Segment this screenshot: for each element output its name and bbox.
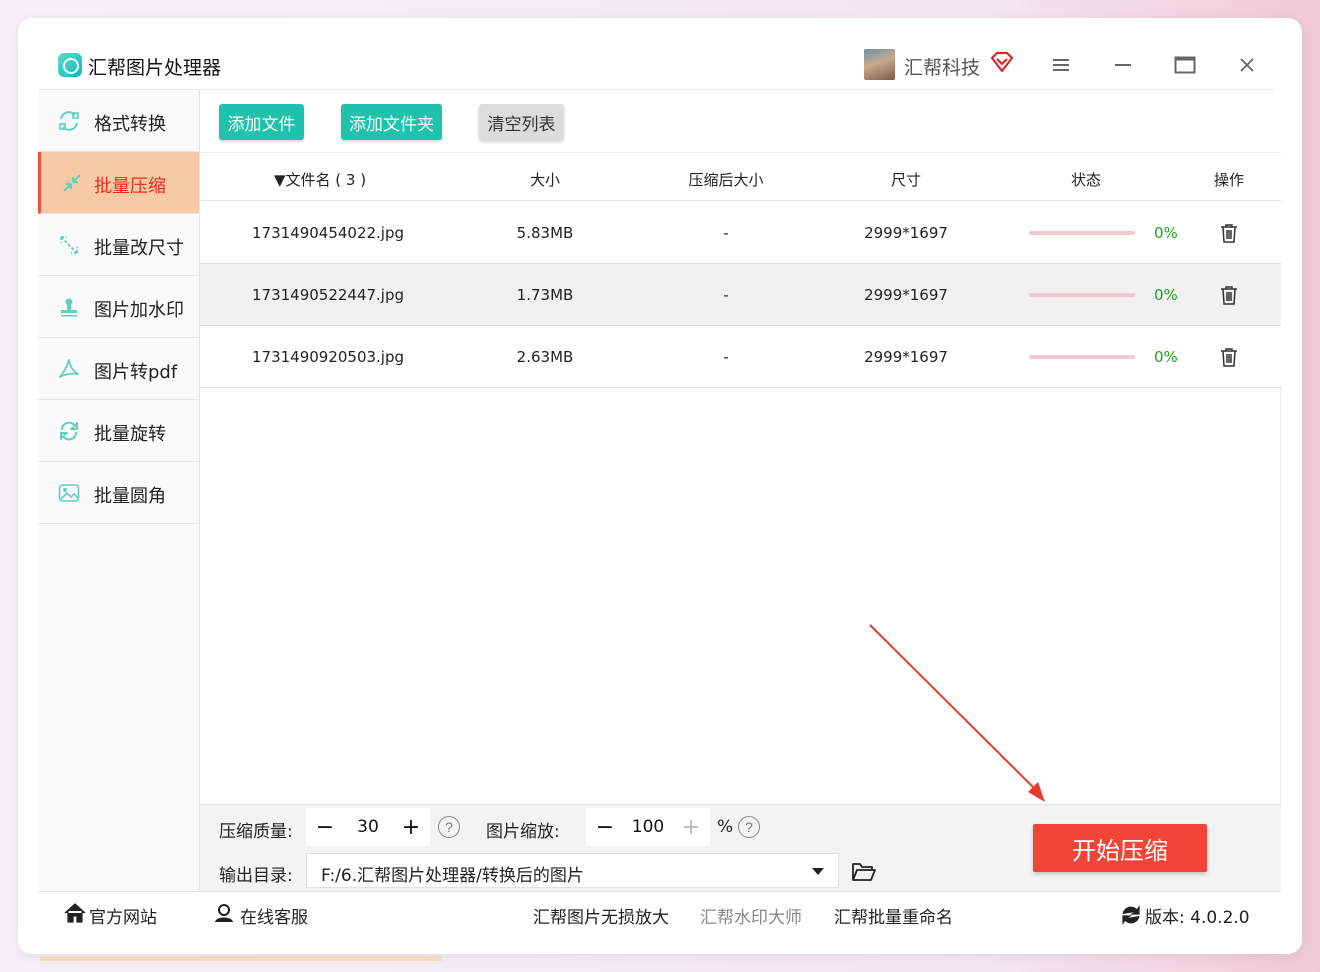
add-file-button[interactable]: 添加文件 — [219, 104, 304, 140]
compress-icon — [63, 174, 81, 192]
quality-value[interactable]: 30 — [357, 817, 379, 837]
scale-value[interactable]: 100 — [632, 817, 664, 837]
progress-percent: 0% — [1154, 224, 1178, 242]
avatar[interactable] — [864, 49, 895, 80]
sidebar-item-label: 格式转换 — [94, 114, 166, 135]
progress-bar — [1029, 355, 1135, 359]
quality-stepper[interactable]: − 30 + — [306, 808, 430, 846]
column-action: 操作 — [1213, 171, 1245, 189]
chevron-down-icon — [812, 868, 824, 875]
sidebar-item-format-convert[interactable]: 格式转换 — [38, 90, 199, 152]
quality-help-icon[interactable]: ? — [438, 816, 460, 838]
column-filename[interactable]: ▼文件名 ( 3 ) — [274, 169, 366, 190]
file-dimensions: 2999*1697 — [864, 224, 948, 242]
batch-rename-link[interactable]: 汇帮批量重命名 — [834, 903, 953, 928]
progress-percent: 0% — [1154, 348, 1178, 366]
sidebar-item-rotate[interactable]: 批量旋转 — [38, 400, 199, 462]
pdf-icon — [59, 359, 79, 378]
resize-icon — [60, 236, 78, 254]
sidebar-item-label: 批量改尺寸 — [94, 238, 184, 259]
app-title: 汇帮图片处理器 — [88, 57, 222, 79]
quality-decrease-button[interactable]: − — [312, 814, 338, 840]
compressed-size: - — [723, 224, 729, 242]
minimize-icon[interactable] — [1110, 52, 1136, 78]
scale-stepper[interactable]: − 100 + — [586, 808, 710, 846]
folder-open-icon[interactable] — [851, 861, 877, 883]
progress-percent: 0% — [1154, 286, 1178, 304]
app-logo-icon — [58, 53, 82, 77]
vip-diamond-icon[interactable] — [990, 51, 1014, 73]
sidebar-item-compress[interactable]: 批量压缩 — [38, 152, 199, 214]
file-size: 5.83MB — [516, 224, 574, 242]
file-name: 1731490522447.jpg — [251, 286, 405, 304]
table-row[interactable]: 1731490522447.jpg 1.73MB - 2999*1697 0% — [200, 264, 1281, 326]
quality-label: 压缩质量: — [219, 822, 293, 842]
online-support-link[interactable]: 在线客服 — [240, 903, 308, 928]
quality-increase-button[interactable]: + — [398, 814, 424, 840]
output-label: 输出目录: — [219, 866, 293, 886]
start-compress-button[interactable]: 开始压缩 — [1033, 824, 1207, 872]
version-label: 版本: 4.0.2.0 — [1145, 908, 1250, 928]
file-dimensions: 2999*1697 — [864, 286, 948, 304]
output-path-select[interactable]: F:/6.汇帮图片处理器/转换后的图片 — [306, 853, 839, 888]
progress-bar — [1029, 293, 1135, 297]
table-row[interactable]: 1731490454022.jpg 5.83MB - 2999*1697 0% — [200, 202, 1281, 264]
trash-icon[interactable] — [1220, 223, 1238, 243]
scale-decrease-button[interactable]: − — [592, 814, 618, 840]
sidebar: 格式转换 批量压缩 批量改尺寸 图片加水印 图片转pdf 批量旋转 批量圆角 — [38, 90, 200, 890]
column-status: 状态 — [1070, 171, 1102, 189]
title-bar: 汇帮图片处理器 汇帮科技 — [38, 40, 1274, 90]
sidebar-item-label: 批量圆角 — [94, 486, 166, 507]
sidebar-item-watermark[interactable]: 图片加水印 — [38, 276, 199, 338]
compressed-size: - — [723, 348, 729, 366]
file-size: 2.63MB — [516, 348, 574, 366]
watermark-icon — [61, 298, 77, 317]
rotate-icon — [60, 421, 78, 441]
lossless-upscale-link[interactable]: 汇帮图片无损放大 — [533, 903, 669, 928]
sidebar-item-round-corner[interactable]: 批量圆角 — [38, 462, 199, 524]
sidebar-item-pdf[interactable]: 图片转pdf — [38, 338, 199, 400]
menu-icon[interactable] — [1048, 52, 1074, 78]
home-icon[interactable] — [64, 903, 86, 923]
file-table-header: ▼文件名 ( 3 ) 大小 压缩后大小 尺寸 状态 操作 — [200, 152, 1281, 201]
format-convert-icon — [59, 111, 79, 131]
output-path: F:/6.汇帮图片处理器/转换后的图片 — [321, 866, 584, 886]
scale-increase-button[interactable]: + — [678, 814, 704, 840]
clear-list-button[interactable]: 清空列表 — [479, 104, 564, 140]
trash-icon[interactable] — [1220, 347, 1238, 367]
sidebar-item-label: 批量压缩 — [94, 176, 166, 197]
sidebar-item-label: 图片加水印 — [94, 300, 184, 321]
table-row[interactable]: 1731490920503.jpg 2.63MB - 2999*1697 0% — [200, 326, 1281, 388]
sidebar-item-label: 图片转pdf — [94, 362, 178, 383]
column-compressed-size: 压缩后大小 — [688, 171, 764, 189]
sidebar-item-resize[interactable]: 批量改尺寸 — [38, 214, 199, 276]
add-folder-button[interactable]: 添加文件夹 — [341, 104, 442, 140]
maximize-icon[interactable] — [1172, 52, 1198, 78]
sidebar-item-label: 批量旋转 — [94, 424, 166, 445]
decorative-strip — [40, 956, 442, 961]
file-size: 1.73MB — [516, 286, 574, 304]
file-name: 1731490454022.jpg — [251, 224, 405, 242]
round-corner-icon — [58, 484, 80, 502]
footer: 官方网站 在线客服 汇帮图片无损放大 汇帮水印大师 汇帮批量重命名 版本: 4.… — [38, 891, 1281, 933]
progress-bar — [1029, 231, 1135, 235]
scale-help-icon[interactable]: ? — [738, 816, 760, 838]
file-list-empty-area[interactable] — [200, 388, 1281, 804]
trash-icon[interactable] — [1220, 285, 1238, 305]
column-dimensions: 尺寸 — [890, 171, 922, 189]
official-website-link[interactable]: 官方网站 — [89, 903, 157, 928]
file-name: 1731490920503.jpg — [251, 348, 405, 366]
file-dimensions: 2999*1697 — [864, 348, 948, 366]
watermark-master-link[interactable]: 汇帮水印大师 — [700, 903, 802, 928]
scale-label: 图片缩放: — [486, 822, 560, 842]
column-size: 大小 — [529, 171, 561, 189]
close-icon[interactable] — [1234, 52, 1260, 78]
customer-service-icon[interactable] — [213, 903, 235, 923]
user-name[interactable]: 汇帮科技 — [904, 53, 980, 80]
refresh-icon[interactable] — [1120, 905, 1142, 925]
compressed-size: - — [723, 286, 729, 304]
scale-unit: % — [717, 817, 734, 837]
